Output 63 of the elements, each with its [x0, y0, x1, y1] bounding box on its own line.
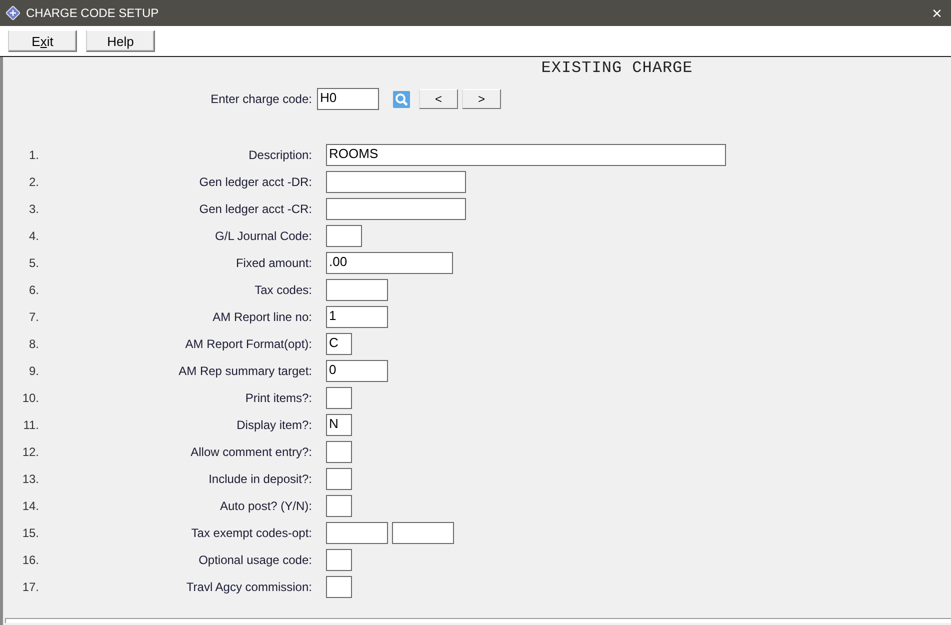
field-label: G/L Journal Code: — [214, 229, 312, 243]
input-field[interactable] — [392, 522, 454, 544]
field-label: Tax exempt codes-opt: — [190, 526, 312, 540]
row-number: 8. — [28, 337, 39, 351]
toolbar-button[interactable]: Help — [86, 30, 155, 52]
input-field[interactable]: 1 — [326, 306, 388, 328]
field-label: Allow comment entry?: — [190, 445, 312, 459]
input-field[interactable] — [326, 522, 388, 544]
input-field[interactable] — [326, 387, 352, 409]
row-number: 15. — [21, 526, 39, 540]
input-field[interactable] — [326, 198, 466, 220]
field-label: Travl Agcy commission: — [185, 580, 312, 594]
row-number: 6. — [28, 283, 39, 297]
nav-button[interactable]: > — [462, 89, 501, 109]
field-label: Display item?: — [236, 418, 312, 432]
app-icon — [6, 6, 20, 20]
close-icon[interactable]: × — [929, 4, 945, 22]
input-field[interactable] — [326, 279, 388, 301]
row-number: 12. — [21, 445, 39, 459]
row-number: 13. — [21, 472, 39, 486]
row-number: 5. — [28, 256, 39, 270]
toolbar-button[interactable]: Exit — [8, 30, 77, 52]
row-number: 17. — [21, 580, 39, 594]
input-field[interactable]: H0 — [317, 88, 379, 110]
input-field[interactable]: .00 — [326, 252, 453, 274]
nav-button[interactable]: < — [419, 89, 458, 109]
field-label: Enter charge code: — [210, 92, 312, 106]
row-number: 16. — [21, 553, 39, 567]
input-field[interactable] — [326, 468, 352, 490]
row-number: 10. — [21, 391, 39, 405]
field-label: AM Rep summary target: — [178, 364, 312, 378]
field-label: AM Report Format(opt): — [184, 337, 312, 351]
input-field[interactable]: C — [326, 333, 352, 355]
row-number: 1. — [28, 148, 39, 162]
window-title: CHARGE CODE SETUP — [26, 6, 160, 20]
field-label: Optional usage code: — [198, 553, 312, 567]
input-field[interactable] — [326, 495, 352, 517]
input-field[interactable] — [326, 171, 466, 193]
row-number: 4. — [28, 229, 39, 243]
field-label: Auto post? (Y/N): — [218, 499, 312, 513]
field-label: Fixed amount: — [234, 256, 312, 270]
input-field[interactable] — [326, 576, 352, 598]
field-label: Gen ledger acct -DR: — [198, 175, 312, 189]
search-icon[interactable] — [393, 90, 410, 108]
field-label: Tax codes: — [254, 283, 312, 297]
field-label: AM Report line no: — [212, 310, 312, 324]
row-number: 3. — [28, 202, 39, 216]
input-field[interactable]: N — [326, 414, 352, 436]
field-label: Include in deposit?: — [208, 472, 312, 486]
input-field[interactable] — [326, 225, 362, 247]
row-number: 11. — [22, 418, 39, 432]
row-number: 14. — [21, 499, 39, 513]
field-label: Description: — [248, 148, 312, 162]
input-field[interactable] — [326, 441, 352, 463]
field-label: Gen ledger acct -CR: — [198, 202, 312, 216]
input-field[interactable] — [326, 549, 352, 571]
screen-heading: EXISTING CHARGE — [540, 58, 694, 78]
row-number: 2. — [28, 175, 39, 189]
row-number: 7. — [28, 310, 39, 324]
field-label: Print items?: — [244, 391, 312, 405]
input-field[interactable]: 0 — [326, 360, 388, 382]
input-field[interactable]: ROOMS — [326, 144, 726, 166]
row-number: 9. — [28, 364, 39, 378]
